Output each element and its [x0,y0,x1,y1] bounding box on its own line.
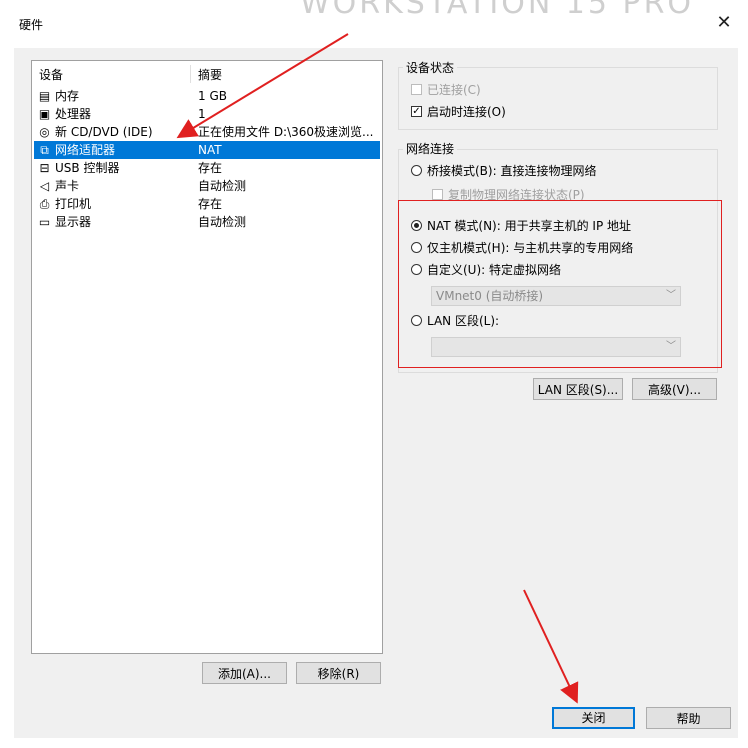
annotation-arrows [176,33,579,704]
annotation-arrow-network-adapter [176,33,349,139]
annotation-arrow-close [523,589,579,704]
